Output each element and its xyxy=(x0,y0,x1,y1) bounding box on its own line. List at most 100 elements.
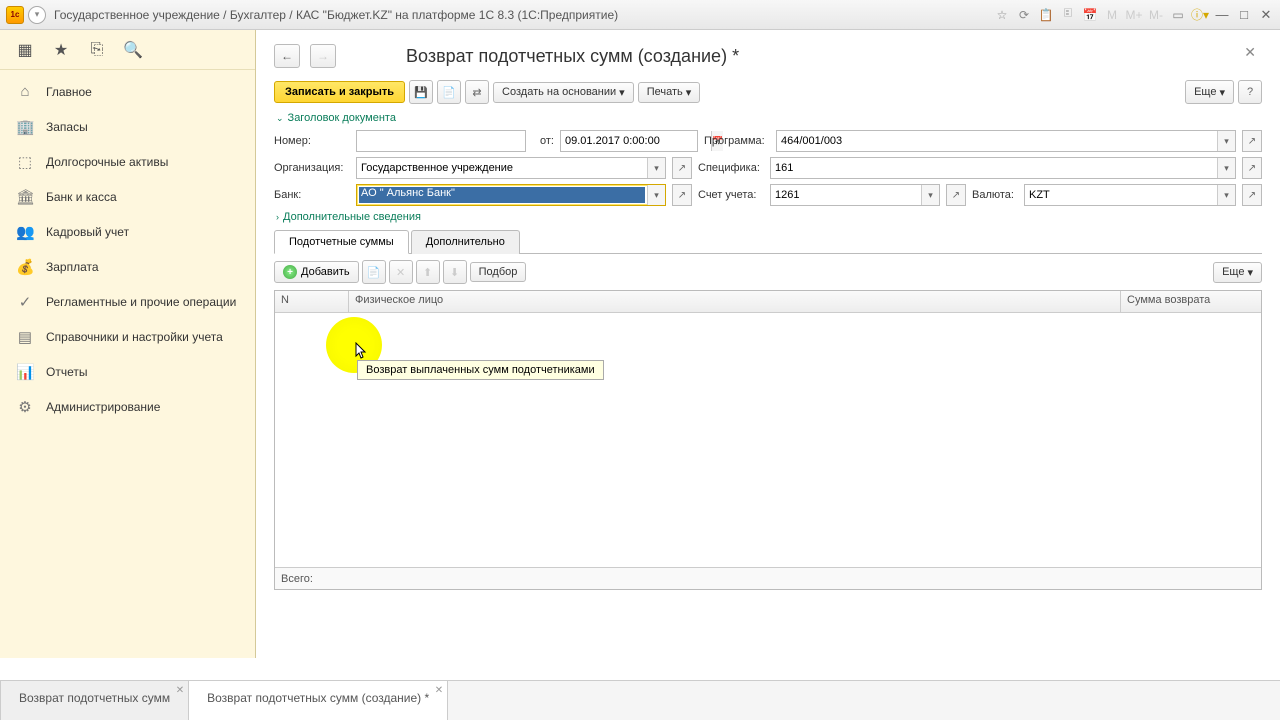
minimize-icon[interactable]: — xyxy=(1214,7,1230,23)
add-button[interactable]: +Добавить xyxy=(274,261,359,283)
sidebar-toolbar: ▦ ★ ⎘ 🔍 xyxy=(0,30,255,70)
hr-icon: 👥 xyxy=(16,223,34,241)
sidebar-item-bank[interactable]: 🏛Банк и касса xyxy=(0,179,255,214)
sidebar-item-label: Отчеты xyxy=(46,365,87,379)
favorites-icon[interactable]: ☆ xyxy=(994,7,1010,23)
date-field[interactable]: 📅 xyxy=(560,130,698,152)
info-icon[interactable]: ⓘ▾ xyxy=(1192,7,1208,23)
sidebar-item-main[interactable]: ⌂Главное xyxy=(0,74,255,109)
bottom-tab-1[interactable]: Возврат подотчетных сумм ✕ xyxy=(0,681,189,720)
chevron-down-icon: ▾ xyxy=(619,86,625,99)
open-icon[interactable]: ↗ xyxy=(1242,130,1262,152)
spec-field[interactable]: ▾ xyxy=(770,157,1236,179)
link-icon[interactable]: 📋 xyxy=(1038,7,1054,23)
tab-amounts[interactable]: Подотчетные суммы xyxy=(274,230,409,254)
additional-section-toggle[interactable]: › Дополнительные сведения xyxy=(276,211,1262,223)
panel-icon[interactable]: ▭ xyxy=(1170,7,1186,23)
sidebar-item-refs[interactable]: ▤Справочники и настройки учета xyxy=(0,319,255,354)
m-plus-button[interactable]: M+ xyxy=(1126,7,1142,23)
maximize-icon[interactable]: □ xyxy=(1236,7,1252,23)
sidebar-item-reports[interactable]: 📊Отчеты xyxy=(0,354,255,389)
chevron-down-icon: ▾ xyxy=(686,86,692,99)
bottom-tab-2[interactable]: Возврат подотчетных сумм (создание) * ✕ xyxy=(189,681,448,720)
copy-button[interactable]: 📄 xyxy=(362,260,386,284)
date-input[interactable] xyxy=(561,131,711,151)
select-button[interactable]: Подбор xyxy=(470,262,527,282)
col-n[interactable]: N xyxy=(275,291,349,312)
currency-input[interactable] xyxy=(1025,185,1217,205)
org-field[interactable]: ▾ xyxy=(356,157,666,179)
doc-header-section-toggle[interactable]: ⌄ Заголовок документа xyxy=(276,112,1262,124)
help-button[interactable]: ? xyxy=(1238,80,1262,104)
forward-button[interactable]: → xyxy=(310,44,336,68)
dt-kt-button[interactable]: ⇄ xyxy=(465,80,489,104)
m-minus-button[interactable]: M- xyxy=(1148,7,1164,23)
delete-button[interactable]: ✕ xyxy=(389,260,413,284)
account-field[interactable]: ▾ xyxy=(770,184,940,206)
col-sum[interactable]: Сумма возврата xyxy=(1121,291,1261,312)
post-button[interactable]: 📄 xyxy=(437,80,461,104)
search-icon[interactable]: 🔍 xyxy=(124,41,142,59)
tab-close-icon[interactable]: ✕ xyxy=(176,685,184,696)
open-icon[interactable]: ↗ xyxy=(1242,157,1262,179)
titlebar-icons: ☆ ⟳ 📋 🗉 📅 M M+ M- ▭ ⓘ▾ — □ ✕ xyxy=(994,7,1274,23)
nav-back-icon[interactable]: ▾ xyxy=(28,6,46,24)
refs-icon: ▤ xyxy=(16,328,34,346)
dropdown-icon[interactable]: ▾ xyxy=(921,185,939,205)
sidebar-item-label: Зарплата xyxy=(46,260,99,274)
open-icon[interactable]: ↗ xyxy=(672,184,692,206)
spec-input[interactable] xyxy=(771,158,1217,178)
account-input[interactable] xyxy=(771,185,921,205)
close-document-icon[interactable]: ✕ xyxy=(1244,44,1256,61)
apps-icon[interactable]: ▦ xyxy=(16,41,34,59)
chevron-down-icon: ⌄ xyxy=(276,113,284,124)
clipboard-icon[interactable]: ⎘ xyxy=(88,41,106,59)
sidebar-item-label: Главное xyxy=(46,85,92,99)
save-button[interactable]: 💾 xyxy=(409,80,433,104)
chevron-down-icon: ▾ xyxy=(1219,86,1225,99)
move-up-button[interactable]: ⬆ xyxy=(416,260,440,284)
table-more-dropdown[interactable]: Еще▾ xyxy=(1213,262,1262,283)
sidebar-item-hr[interactable]: 👥 Кадровый учет xyxy=(0,214,255,249)
back-button[interactable]: ← xyxy=(274,44,300,68)
document-toolbar: Записать и закрыть 💾 📄 ⇄ Создать на осно… xyxy=(274,80,1262,104)
bank-input[interactable]: АО " Альянс Банк" xyxy=(359,187,645,203)
sidebar-item-label: Кадровый учет xyxy=(46,225,129,239)
create-based-dropdown[interactable]: Создать на основании▾ xyxy=(493,82,634,103)
tab-close-icon[interactable]: ✕ xyxy=(435,685,443,696)
number-field[interactable] xyxy=(356,130,526,152)
tab-additional[interactable]: Дополнительно xyxy=(411,230,520,254)
star-icon[interactable]: ★ xyxy=(52,41,70,59)
sidebar-item-salary[interactable]: 💰Зарплата xyxy=(0,249,255,284)
dropdown-icon[interactable]: ▾ xyxy=(1217,158,1235,178)
program-field[interactable]: ▾ xyxy=(776,130,1236,152)
print-dropdown[interactable]: Печать▾ xyxy=(638,82,701,103)
save-close-button[interactable]: Записать и закрыть xyxy=(274,81,405,103)
sidebar-item-stock[interactable]: 🏢Запасы xyxy=(0,109,255,144)
dropdown-icon[interactable]: ▾ xyxy=(1217,185,1235,205)
more-dropdown[interactable]: Еще▾ xyxy=(1185,80,1234,104)
dropdown-icon[interactable]: ▾ xyxy=(647,185,665,205)
chevron-right-icon: › xyxy=(276,212,279,222)
sidebar-item-assets[interactable]: ⬚Долгосрочные активы xyxy=(0,144,255,179)
number-input[interactable] xyxy=(357,131,525,151)
calendar-icon[interactable]: 📅 xyxy=(1082,7,1098,23)
dropdown-icon[interactable]: ▾ xyxy=(647,158,665,178)
sidebar-item-ops[interactable]: ✓Регламентные и прочие операции xyxy=(0,284,255,319)
dropdown-icon[interactable]: ▾ xyxy=(1217,131,1235,151)
close-icon[interactable]: ✕ xyxy=(1258,7,1274,23)
program-input[interactable] xyxy=(777,131,1217,151)
m-button[interactable]: M xyxy=(1104,7,1120,23)
open-icon[interactable]: ↗ xyxy=(1242,184,1262,206)
move-down-button[interactable]: ⬇ xyxy=(443,260,467,284)
sidebar-item-label: Запасы xyxy=(46,120,88,134)
open-icon[interactable]: ↗ xyxy=(672,157,692,179)
org-input[interactable] xyxy=(357,158,647,178)
sidebar-item-admin[interactable]: ⚙Администрирование xyxy=(0,389,255,424)
history-icon[interactable]: ⟳ xyxy=(1016,7,1032,23)
col-person[interactable]: Физическое лицо xyxy=(349,291,1121,312)
open-icon[interactable]: ↗ xyxy=(946,184,966,206)
calc-icon[interactable]: 🗉 xyxy=(1060,7,1076,23)
currency-field[interactable]: ▾ xyxy=(1024,184,1236,206)
bank-field[interactable]: АО " Альянс Банк" ▾ xyxy=(356,184,666,206)
